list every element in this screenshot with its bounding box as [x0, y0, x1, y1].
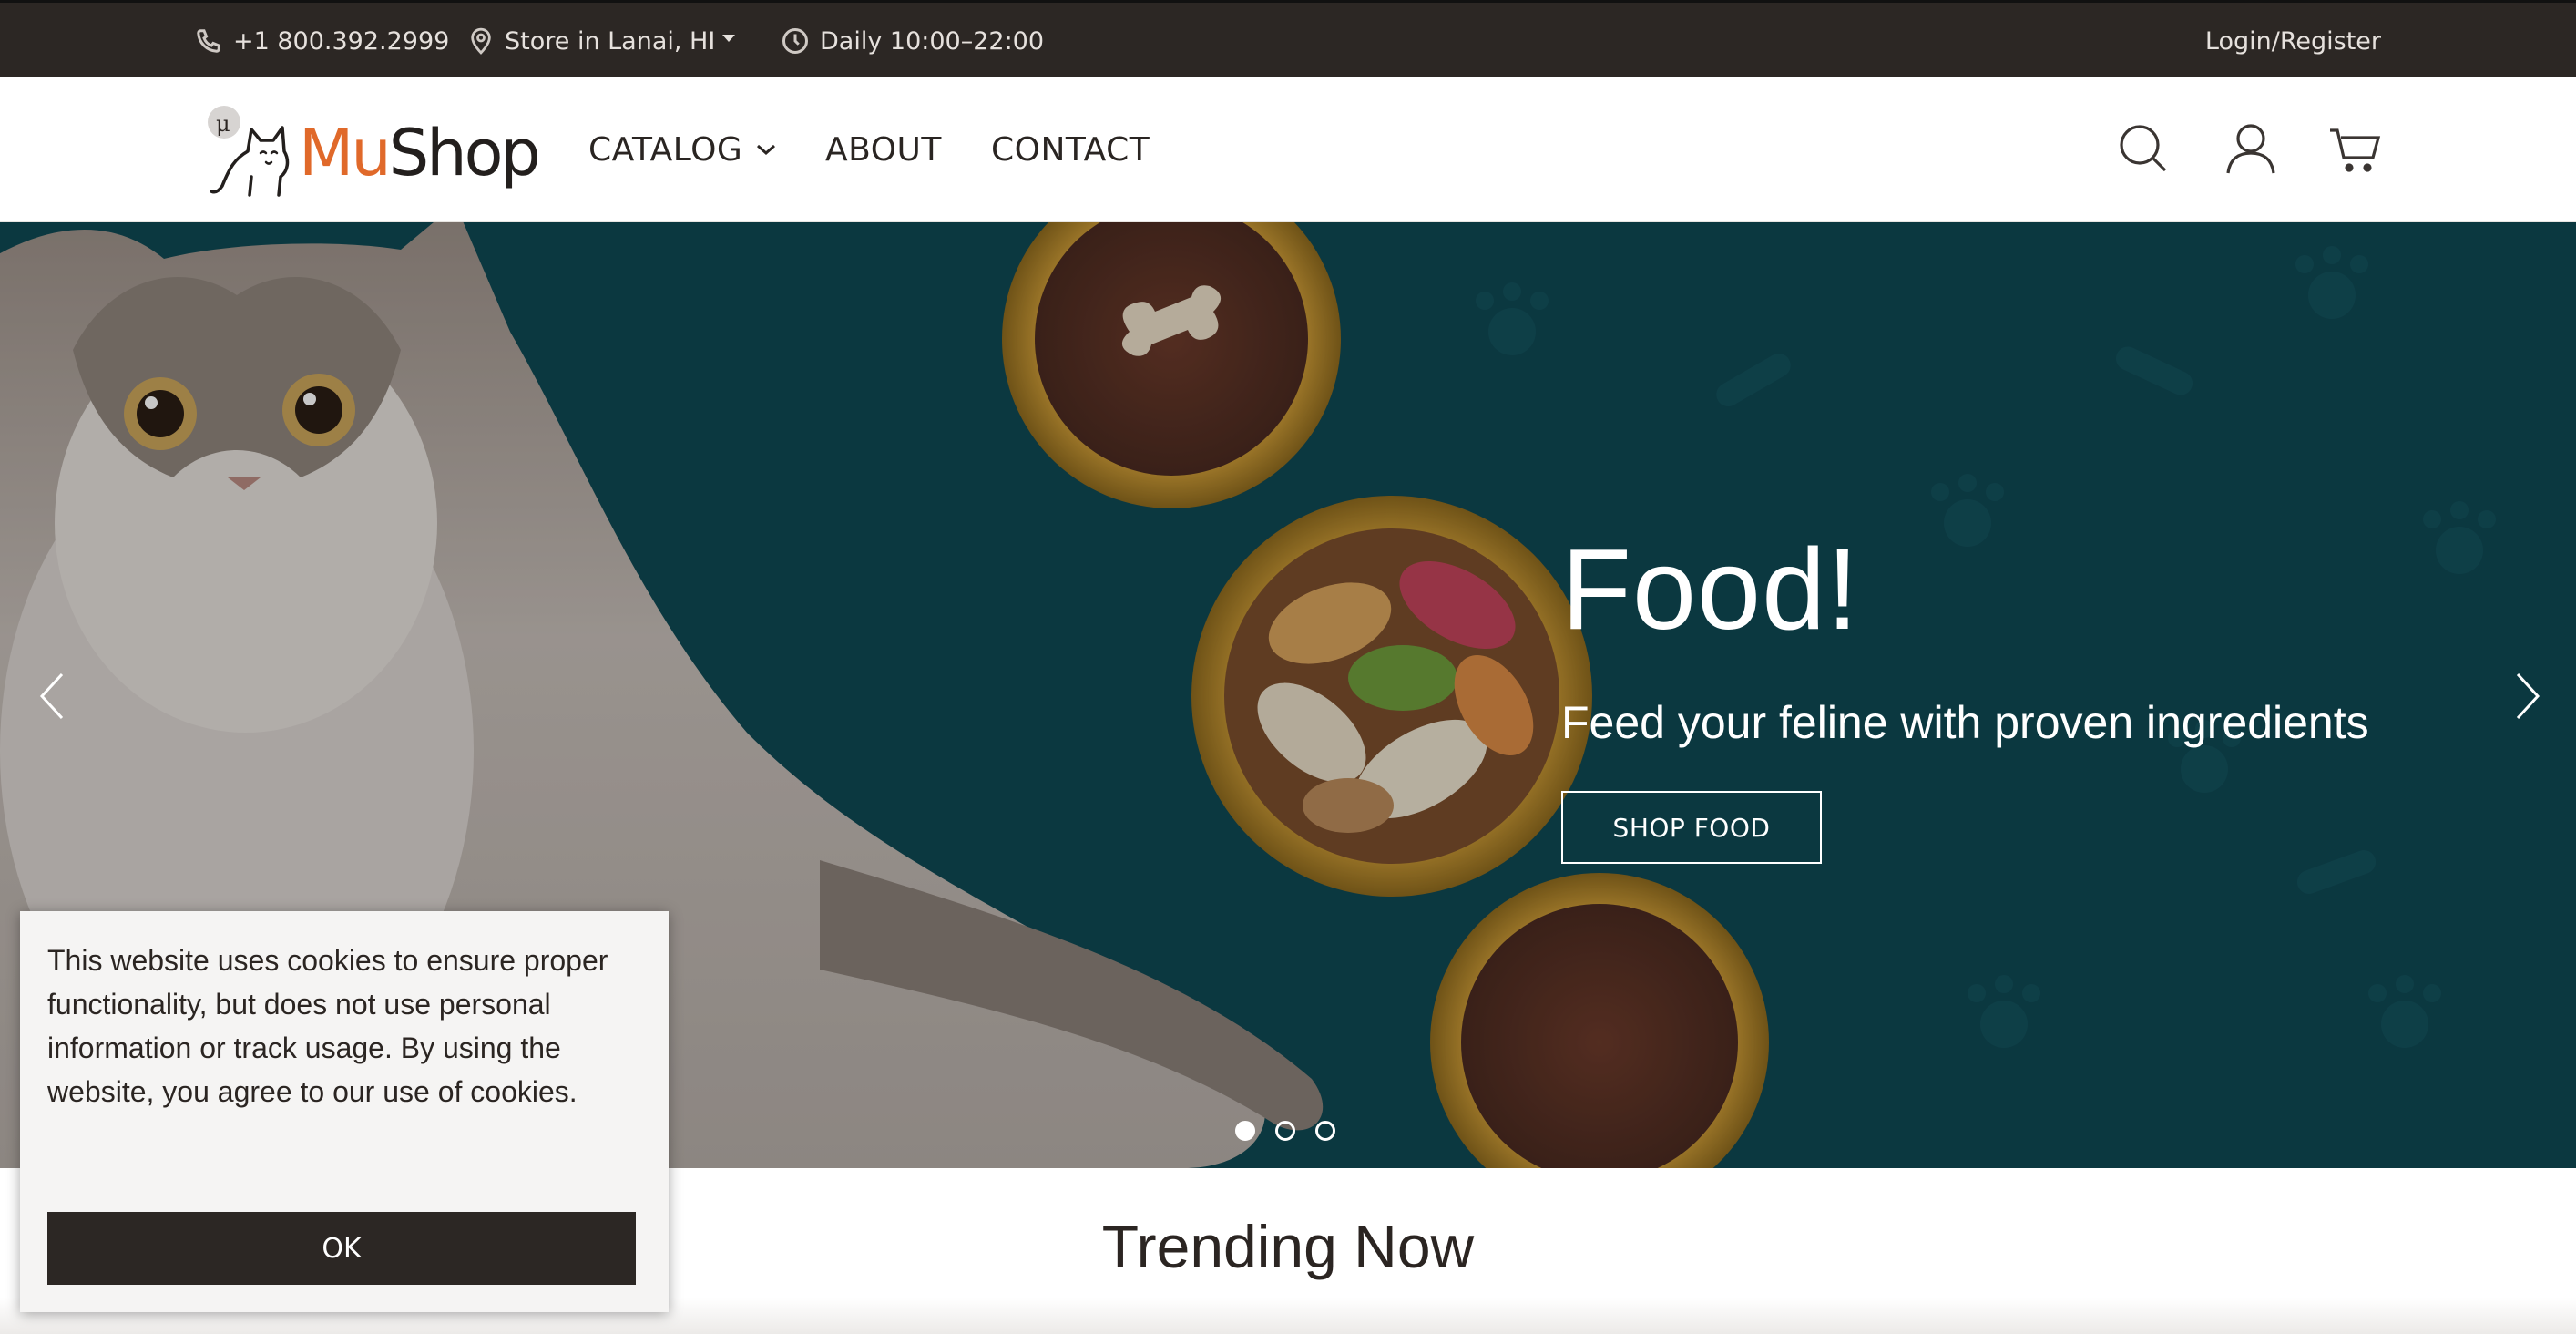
chevron-right-icon — [2516, 672, 2540, 720]
store-selector[interactable]: Store in Lanai, HI — [468, 3, 736, 79]
logo-mu: Mu — [299, 116, 392, 190]
search-button[interactable] — [2113, 118, 2173, 179]
cookie-message: This website uses cookies to ensure prop… — [47, 944, 608, 1108]
hero-title: Food! — [1561, 525, 1860, 653]
slider-dot-1[interactable] — [1235, 1121, 1255, 1141]
logo-wordmark: Mu Shop — [299, 104, 541, 202]
nav-catalog[interactable]: CATALOG — [588, 77, 777, 222]
top-info-bar: +1 800.392.2999 Store in Lanai, HI Daily… — [0, 0, 2576, 77]
nav-about[interactable]: ABOUT — [825, 77, 942, 222]
clock-icon — [782, 28, 808, 54]
slider-dots — [1235, 1121, 1335, 1141]
nav-catalog-label: CATALOG — [588, 130, 743, 169]
search-icon — [2120, 125, 2167, 172]
phone-icon — [197, 29, 220, 53]
site-logo[interactable]: μ Mu Shop — [202, 104, 541, 202]
cart-button[interactable] — [2325, 118, 2385, 179]
store-location: Store in Lanai, HI — [505, 26, 716, 56]
chevron-down-icon — [757, 144, 776, 156]
hero-subtitle: Feed your feline with proven ingredients — [1561, 697, 2369, 748]
chevron-left-icon — [39, 672, 64, 720]
hours-text: Daily 10:00–22:00 — [820, 26, 1045, 56]
user-icon — [2226, 124, 2275, 174]
caret-down-icon — [722, 35, 736, 42]
nav-contact[interactable]: CONTACT — [991, 77, 1150, 222]
opening-hours: Daily 10:00–22:00 — [782, 3, 1044, 79]
cat-logo-icon: μ — [208, 106, 290, 197]
phone-link[interactable]: +1 800.392.2999 — [195, 3, 449, 79]
account-button[interactable] — [2221, 118, 2281, 179]
logo-shop: Shop — [388, 116, 541, 190]
nav-contact-label: CONTACT — [991, 130, 1150, 169]
login-register-label: Login/Register — [2204, 26, 2381, 56]
slider-next-button[interactable] — [2505, 660, 2550, 733]
slider-dot-3[interactable] — [1315, 1121, 1335, 1141]
slider-prev-button[interactable] — [29, 660, 75, 733]
main-navbar: μ Mu Shop CATALOG ABOUT CONTACT — [0, 77, 2576, 222]
cookie-ok-button[interactable]: OK — [47, 1212, 636, 1285]
cart-icon — [2330, 128, 2381, 172]
svg-text:μ: μ — [216, 111, 230, 137]
location-pin-icon — [471, 27, 491, 55]
slider-dot-2[interactable] — [1275, 1121, 1295, 1141]
shop-food-button[interactable]: SHOP FOOD — [1561, 791, 1822, 864]
phone-number: +1 800.392.2999 — [233, 26, 450, 56]
nav-about-label: ABOUT — [825, 130, 942, 169]
login-register-link[interactable]: Login/Register — [2205, 3, 2381, 79]
cookie-consent-popup: This website uses cookies to ensure prop… — [20, 911, 669, 1312]
